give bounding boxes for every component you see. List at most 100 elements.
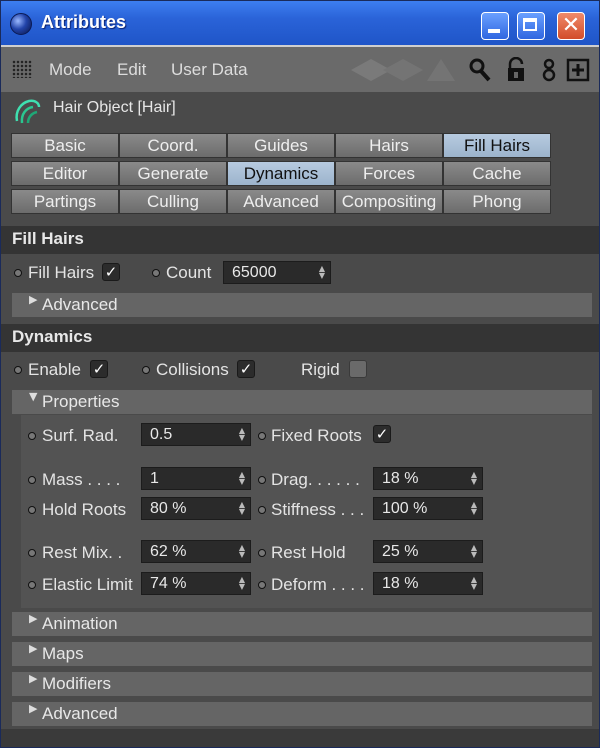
animation-dot-icon[interactable] (28, 432, 36, 440)
spinner-arrows-icon[interactable]: ▲ ▼ (238, 471, 246, 486)
search-icon[interactable] (468, 57, 492, 83)
collisions-checkbox[interactable]: ✓ (237, 360, 255, 378)
app-sphere-icon (10, 13, 32, 35)
hold-roots-input[interactable]: 80 % ▲ ▼ (141, 497, 251, 520)
group-maps[interactable]: ▶ Maps (12, 642, 592, 666)
menu-edit[interactable]: Edit (117, 60, 146, 80)
group-label: Properties (42, 392, 120, 411)
elastic-limit-input[interactable]: 74 % ▲ ▼ (141, 572, 251, 595)
count-label: Count (166, 263, 212, 282)
tab-editor[interactable]: Editor (11, 161, 119, 186)
mass-input[interactable]: 1 ▲ ▼ (141, 467, 251, 490)
tab-basic[interactable]: Basic (11, 133, 119, 158)
maximize-icon (523, 18, 537, 31)
group-label: Maps (42, 644, 84, 663)
animation-dot-icon[interactable] (14, 269, 22, 277)
stiffness-value: 100 % (382, 500, 428, 517)
group-advanced[interactable]: ▶ Advanced (12, 702, 592, 726)
menu-mode[interactable]: Mode (49, 60, 92, 80)
animation-dot-icon[interactable] (258, 549, 266, 557)
animation-dot-icon[interactable] (258, 432, 266, 440)
spinner-arrows-icon[interactable]: ▲ ▼ (238, 427, 246, 442)
grip-icon[interactable] (12, 60, 32, 78)
tab-partings[interactable]: Partings (11, 189, 119, 214)
group-modifiers[interactable]: ▶ Modifiers (12, 672, 592, 696)
group-properties[interactable]: ▼ Properties (12, 390, 592, 414)
count-value: 65000 (232, 264, 277, 281)
tab-advanced[interactable]: Advanced (227, 189, 335, 214)
animation-dot-icon[interactable] (258, 476, 266, 484)
maximize-button[interactable] (517, 12, 545, 40)
fixed-roots-checkbox[interactable]: ✓ (373, 425, 391, 443)
enable-label: Enable (28, 360, 81, 379)
tab-compositing[interactable]: Compositing (335, 189, 443, 214)
spinner-arrows-icon[interactable]: ▲ ▼ (470, 471, 478, 486)
animation-dot-icon[interactable] (28, 581, 36, 589)
object-title: Hair Object [Hair] (53, 99, 176, 116)
animation-dot-icon[interactable] (28, 476, 36, 484)
lock-icon[interactable] (504, 57, 528, 83)
animation-dot-icon[interactable] (28, 506, 36, 514)
rest-mix-label: Rest Mix. . (42, 543, 123, 562)
stiffness-label: Stiffness . . . (271, 500, 365, 519)
tab-guides[interactable]: Guides (227, 133, 335, 158)
tab-hairs[interactable]: Hairs (335, 133, 443, 158)
attributes-window: Attributes ✕ Mode Edit User Data Hair Ob… (0, 0, 600, 748)
rest-mix-input[interactable]: 62 % ▲ ▼ (141, 540, 251, 563)
tab-cache[interactable]: Cache (443, 161, 551, 186)
animation-dot-icon[interactable] (258, 581, 266, 589)
expand-triangle-icon: ▶ (29, 672, 38, 685)
close-button[interactable]: ✕ (557, 12, 585, 40)
enable-checkbox[interactable]: ✓ (90, 360, 108, 378)
surf-rad-input[interactable]: 0.5 ▲ ▼ (141, 423, 251, 446)
spinner-arrows-icon[interactable]: ▲ ▼ (470, 544, 478, 559)
collisions-label: Collisions (156, 360, 229, 379)
fill-hairs-label: Fill Hairs (28, 263, 95, 282)
surf-rad-label: Surf. Rad. (42, 426, 119, 445)
link-icon[interactable] (537, 57, 561, 83)
group-animation[interactable]: ▶ Animation (12, 612, 592, 636)
animation-dot-icon[interactable] (152, 269, 160, 277)
minimize-button[interactable] (481, 12, 509, 40)
spinner-arrows-icon[interactable]: ▲ ▼ (470, 576, 478, 591)
tab-coord[interactable]: Coord. (119, 133, 227, 158)
hold-roots-value: 80 % (150, 500, 187, 517)
rest-hold-input[interactable]: 25 % ▲ ▼ (373, 540, 483, 563)
animation-dot-icon[interactable] (14, 366, 22, 374)
expand-triangle-icon: ▶ (29, 612, 38, 625)
new-window-icon[interactable] (566, 57, 590, 83)
tab-phong[interactable]: Phong (443, 189, 551, 214)
elastic-limit-label: Elastic Limit (42, 575, 133, 594)
tab-forces[interactable]: Forces (335, 161, 443, 186)
tab-culling[interactable]: Culling (119, 189, 227, 214)
expand-triangle-icon: ▶ (29, 642, 38, 655)
bottom-edge (1, 729, 599, 747)
group-advanced-fill-hairs[interactable]: ▶ Advanced (12, 293, 592, 317)
spinner-arrows-icon[interactable]: ▲ ▼ (238, 544, 246, 559)
count-input[interactable]: 65000 ▲ ▼ (223, 261, 331, 284)
stiffness-input[interactable]: 100 % ▲ ▼ (373, 497, 483, 520)
animation-dot-icon[interactable] (142, 366, 150, 374)
section-header-dynamics: Dynamics (1, 324, 599, 352)
hold-roots-label: Hold Roots (42, 500, 127, 519)
spinner-arrows-icon[interactable]: ▲ ▼ (238, 501, 246, 516)
tab-generate[interactable]: Generate (119, 161, 227, 186)
tab-dynamics[interactable]: Dynamics (227, 161, 335, 186)
fill-hairs-checkbox[interactable]: ✓ (102, 263, 120, 281)
tab-fill-hairs[interactable]: Fill Hairs (443, 133, 551, 158)
spinner-arrows-icon[interactable]: ▲ ▼ (470, 501, 478, 516)
elastic-limit-value: 74 % (150, 575, 187, 592)
deform-input[interactable]: 18 % ▲ ▼ (373, 572, 483, 595)
menu-user-data[interactable]: User Data (171, 60, 248, 80)
drag-input[interactable]: 18 % ▲ ▼ (373, 467, 483, 490)
group-label: Animation (42, 614, 118, 633)
navigation-arrows-icon (351, 59, 455, 81)
animation-dot-icon[interactable] (258, 506, 266, 514)
window-title: Attributes (41, 12, 126, 32)
rigid-checkbox[interactable] (349, 360, 367, 378)
drag-label: Drag. . . . . . (271, 470, 360, 489)
title-bar[interactable]: Attributes ✕ (1, 1, 599, 45)
spinner-arrows-icon[interactable]: ▲ ▼ (318, 265, 326, 280)
animation-dot-icon[interactable] (28, 549, 36, 557)
spinner-arrows-icon[interactable]: ▲ ▼ (238, 576, 246, 591)
